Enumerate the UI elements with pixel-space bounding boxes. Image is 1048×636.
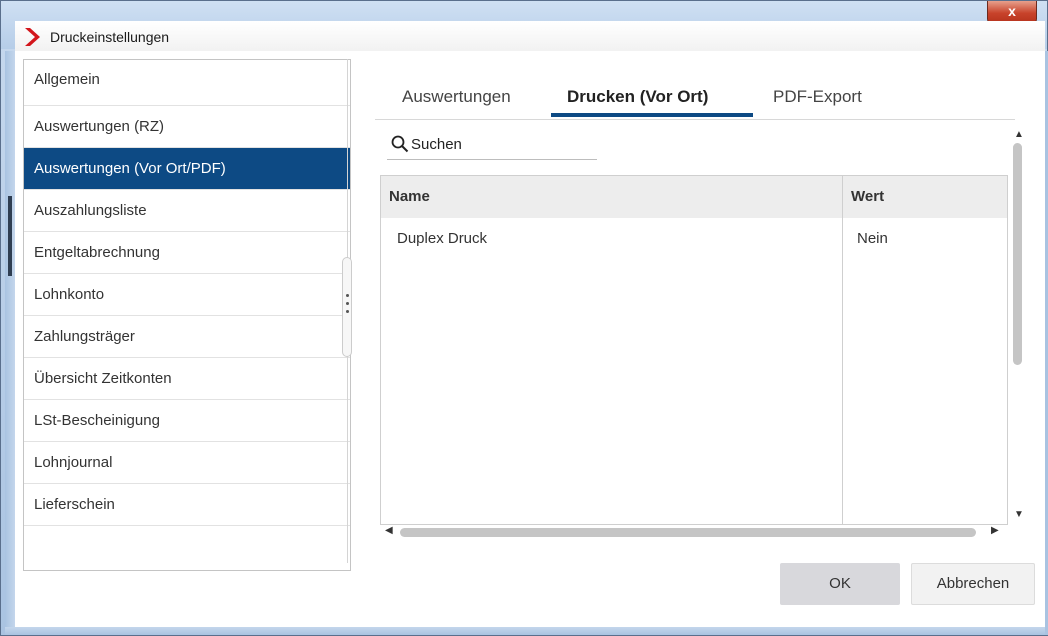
app-logo-icon xyxy=(25,28,40,46)
title-box: Druckeinstellungen xyxy=(15,21,1045,52)
sidebar-item-entgeltabrechnung[interactable]: Entgeltabrechnung xyxy=(24,232,350,274)
search-icon xyxy=(391,135,409,153)
window-bottom-border xyxy=(5,627,1045,635)
tab-auswertungen[interactable]: Auswertungen xyxy=(402,87,511,107)
ok-button[interactable]: OK xyxy=(780,563,900,605)
table-row[interactable]: Duplex Druck Nein xyxy=(381,218,1007,260)
sidebar-item-zahlungstraeger[interactable]: Zahlungsträger xyxy=(24,316,350,358)
category-list: Allgemein Auswertungen (RZ) Auswertungen… xyxy=(23,59,351,571)
horizontal-scrollbar[interactable]: ◀ ▶ xyxy=(385,525,1005,539)
settings-table: Name Wert Duplex Druck Nein xyxy=(380,175,1008,525)
cell-wert[interactable]: Nein xyxy=(857,230,888,247)
sidebar-item-allgemein[interactable]: Allgemein xyxy=(24,60,350,106)
table-header: Name Wert xyxy=(381,176,1007,218)
window-left-border xyxy=(5,51,15,627)
sidebar-item-auswertungen-vor-ort-pdf[interactable]: Auswertungen (Vor Ort/PDF) xyxy=(24,148,350,190)
column-header-name[interactable]: Name xyxy=(389,188,430,205)
window-title: Druckeinstellungen xyxy=(50,29,170,45)
vertical-scrollbar[interactable]: ▲ ▼ xyxy=(1011,129,1025,529)
sidebar-item-auszahlungsliste[interactable]: Auszahlungsliste xyxy=(24,190,350,232)
cell-name: Duplex Druck xyxy=(397,230,488,247)
sidebar-item-auswertungen-rz[interactable]: Auswertungen (RZ) xyxy=(24,106,350,148)
sidebar-item-lieferschein[interactable]: Lieferschein xyxy=(24,484,350,526)
scroll-up-icon[interactable]: ▲ xyxy=(1014,129,1024,140)
scroll-left-icon[interactable]: ◀ xyxy=(385,525,393,536)
tab-pdf-export[interactable]: PDF-Export xyxy=(773,87,862,107)
scroll-right-icon[interactable]: ▶ xyxy=(991,525,999,536)
tab-bar: Auswertungen Drucken (Vor Ort) PDF-Expor… xyxy=(375,79,1015,120)
dialog-window: x Druckeinstellungen Allgemein Auswertun… xyxy=(0,0,1048,636)
vertical-scroll-thumb[interactable] xyxy=(1013,143,1022,365)
horizontal-scroll-thumb[interactable] xyxy=(400,528,976,537)
resize-marker xyxy=(8,196,12,276)
grip-dots-icon xyxy=(346,294,349,318)
tab-drucken-vor-ort[interactable]: Drucken (Vor Ort) xyxy=(567,87,708,107)
cancel-button[interactable]: Abbrechen xyxy=(911,563,1035,605)
search-field[interactable]: Suchen xyxy=(387,131,597,160)
sidebar-item-lohnkonto[interactable]: Lohnkonto xyxy=(24,274,350,316)
dialog-content: Allgemein Auswertungen (RZ) Auswertungen… xyxy=(15,51,1045,627)
active-tab-indicator xyxy=(551,113,753,117)
sidebar-item-lst-bescheinigung[interactable]: LSt-Bescheinigung xyxy=(24,400,350,442)
scroll-down-icon[interactable]: ▼ xyxy=(1014,509,1024,520)
column-header-wert[interactable]: Wert xyxy=(851,188,884,205)
search-label: Suchen xyxy=(411,136,462,153)
sidebar-item-uebersicht-zeitkonten[interactable]: Übersicht Zeitkonten xyxy=(24,358,350,400)
splitter-handle[interactable] xyxy=(342,257,352,357)
sidebar-item-lohnjournal[interactable]: Lohnjournal xyxy=(24,442,350,484)
